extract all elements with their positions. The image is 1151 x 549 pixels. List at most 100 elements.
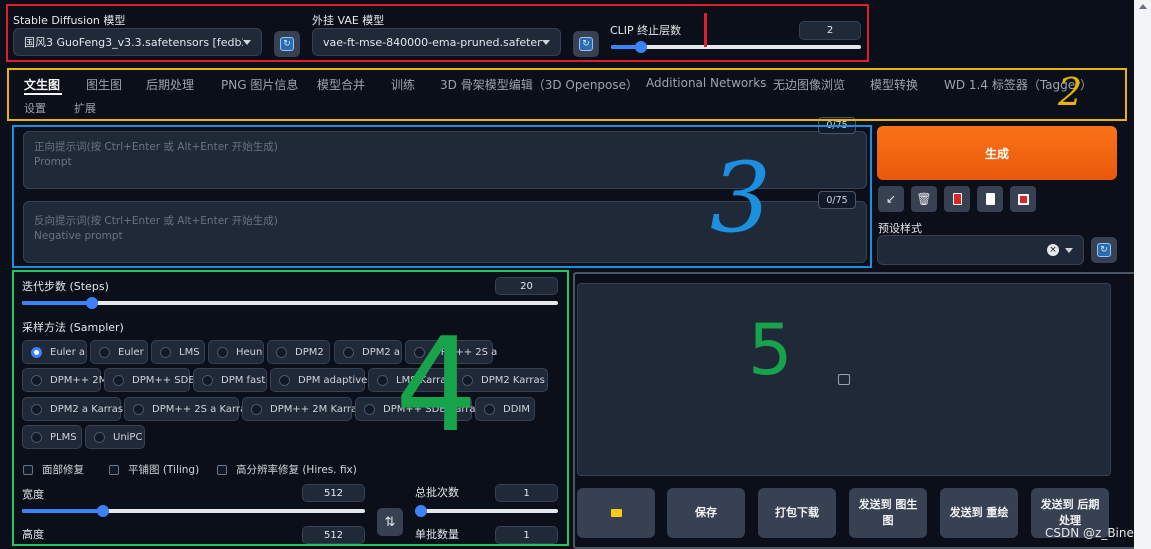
clip-number-input[interactable]: 2 [799,21,861,40]
radio-dot[interactable] [279,374,290,386]
sampler-option[interactable]: UniPC [85,425,145,449]
sd-model-select[interactable]: 国风3 GuoFeng3_v3.3.safetensors [fedb2f1fb… [13,28,262,56]
checkbox-box[interactable] [23,464,33,475]
radio-dot[interactable] [364,403,375,415]
sampler-option-label: Euler [118,346,144,358]
face-restore-checkbox[interactable]: 面部修复 [23,462,84,477]
radio-dot[interactable] [377,374,388,386]
tab-2[interactable]: 后期处理 [146,76,194,93]
sampler-option[interactable]: DPM++ 2S a Karras [124,397,251,421]
radio-dot[interactable] [31,346,42,358]
clipboard-icon[interactable] [977,186,1003,212]
annotation-number-4: 4 [395,309,478,461]
styles-label: 预设样式 [878,222,922,235]
sampler-option[interactable]: DPM2 a Karras [22,397,123,421]
generate-button[interactable]: 生成 [877,126,1117,180]
steps-slider-thumb[interactable] [85,297,98,309]
prompt-token-counter: 0/75 [818,117,856,134]
radio-dot[interactable] [31,374,42,386]
sampler-option-label: DPM++ 2M [50,374,108,386]
checkbox-box[interactable] [217,464,227,475]
refresh-styles-button[interactable]: ↻ [1091,237,1117,263]
sampler-option-label: DPM2 [295,346,324,358]
radio-dot[interactable] [484,403,495,415]
radio-dot[interactable] [251,403,262,415]
scrollbar-up-arrow[interactable] [1139,4,1147,9]
sampler-option[interactable]: DPM++ 2M Karras [242,397,362,421]
sampler-option[interactable]: PLMS [22,425,82,449]
styles-select[interactable]: × [877,235,1084,265]
batch-size-number-input[interactable]: 1 [495,526,558,544]
hires-fix-label: 高分辨率修复 (Hires. fix) [236,464,357,476]
tab-8[interactable]: 无边图像浏览 [773,76,845,93]
output-button-3[interactable]: 发送到 图生图 [849,488,927,538]
radio-dot[interactable] [94,431,105,443]
tab-secondary-1[interactable]: 扩展 [74,100,96,116]
batch-count-slider[interactable] [415,505,558,517]
tab-secondary-0[interactable]: 设置 [24,100,46,116]
tab-6[interactable]: 3D 骨架模型编辑（3D Openpose） [440,76,638,93]
output-button-4[interactable]: 发送到 重绘 [940,488,1018,538]
sampler-option[interactable]: DPM++ 2M [22,368,107,392]
checkbox-box[interactable] [109,464,119,475]
sampler-option[interactable]: DDIM [475,397,535,421]
steps-slider[interactable] [22,297,558,309]
radio-dot[interactable] [217,346,228,358]
refresh-vae-button[interactable]: ↻ [573,31,599,57]
tiling-label: 平铺图 (Tiling) [128,464,200,476]
tab-3[interactable]: PNG 图片信息 [221,76,298,93]
tab-7[interactable]: Additional Networks [646,76,766,90]
sampler-option[interactable]: DPM fast [193,368,267,392]
tab-4[interactable]: 模型合并 [317,76,365,93]
width-slider-thumb[interactable] [97,505,109,517]
batch-size-label: 单批数量 [415,528,459,541]
card-icon[interactable] [944,186,970,212]
radio-dot[interactable] [31,403,42,415]
radio-dot[interactable] [99,346,110,358]
height-number-input[interactable]: 512 [302,526,365,544]
sampler-option[interactable]: DPM++ SDE [104,368,195,392]
batch-count-slider-thumb[interactable] [415,505,427,517]
tab-1[interactable]: 图生图 [86,76,122,93]
output-button-1[interactable]: 保存 [667,488,745,538]
sampler-option-label: DPM adaptive [298,374,368,386]
width-number-input[interactable]: 512 [302,484,365,502]
tab-5[interactable]: 训练 [391,76,415,93]
scrollbar-track[interactable] [1134,0,1151,549]
swap-dimensions-button[interactable]: ⇅ [377,508,403,536]
batch-count-number-input[interactable]: 1 [495,484,558,502]
refresh-model-button[interactable]: ↻ [274,31,300,57]
sampler-option[interactable]: DPM adaptive [270,368,368,392]
sampler-option[interactable]: Euler [90,340,148,364]
radio-dot[interactable] [113,374,124,386]
sampler-option[interactable]: Heun [208,340,264,364]
clip-slider[interactable] [611,41,861,53]
tab-9[interactable]: 模型转换 [870,76,918,93]
tab-0[interactable]: 文生图 [24,76,60,93]
open-folder-button[interactable] [577,488,655,538]
save-icon[interactable] [1010,186,1036,212]
radio-dot[interactable] [276,346,287,358]
tiling-checkbox[interactable]: 平铺图 (Tiling) [109,462,199,477]
width-slider[interactable] [22,505,365,517]
sampler-option[interactable]: Euler a [22,340,87,364]
face-restore-label: 面部修复 [42,464,84,476]
sampler-label: 采样方法 (Sampler) [22,321,124,334]
radio-dot[interactable] [202,374,213,386]
sampler-option[interactable]: LMS [151,340,205,364]
radio-dot[interactable] [343,346,354,358]
radio-dot[interactable] [31,431,42,443]
image-gallery[interactable] [577,283,1111,476]
sampler-option[interactable]: DPM2 a [334,340,402,364]
clip-slider-thumb[interactable] [635,41,647,53]
radio-dot[interactable] [133,403,144,415]
hires-fix-checkbox[interactable]: 高分辨率修复 (Hires. fix) [217,462,357,477]
output-button-2[interactable]: 打包下载 [758,488,836,538]
sampler-option[interactable]: DPM2 [267,340,330,364]
trash-icon[interactable]: 🗑 [911,186,937,212]
radio-dot[interactable] [160,346,171,358]
arrow-icon[interactable]: ↙ [878,186,904,212]
clear-icon[interactable]: × [1047,244,1059,256]
vae-select[interactable]: vae-ft-mse-840000-ema-pruned.safetensors [312,28,561,56]
steps-number-input[interactable]: 20 [495,277,558,295]
